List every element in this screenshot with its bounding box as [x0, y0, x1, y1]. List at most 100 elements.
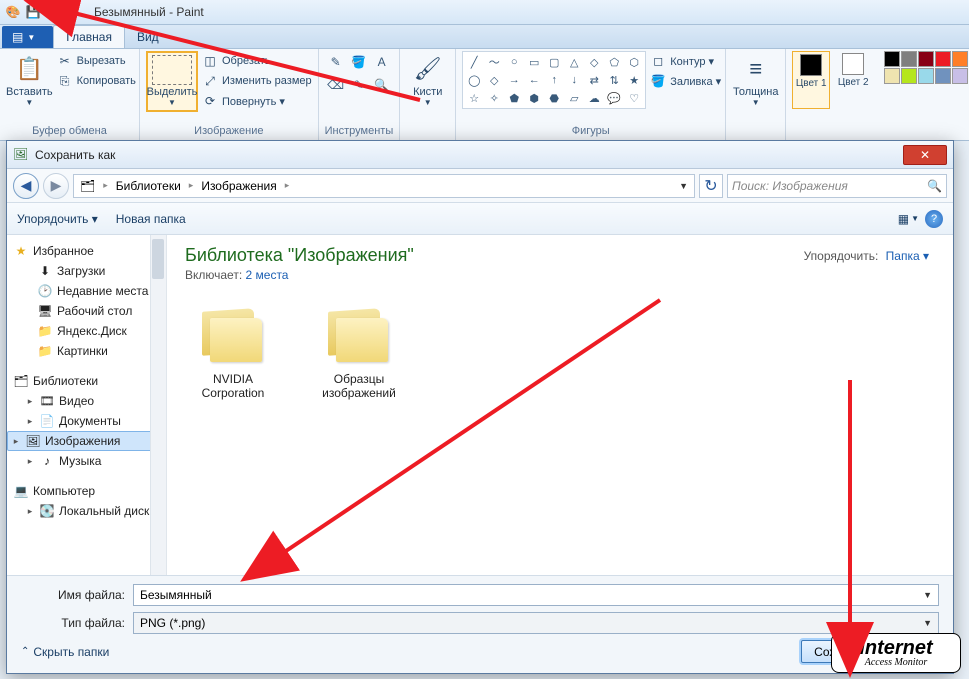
sort-label: Упорядочить:: [804, 249, 879, 263]
qat-undo-icon[interactable]: ↶: [44, 3, 62, 21]
cut-button[interactable]: ✂Вырезать: [57, 51, 136, 71]
zoom-icon[interactable]: 🔍: [371, 74, 393, 96]
computer-icon: 💻: [13, 483, 29, 499]
hide-folders-link[interactable]: ⌃Скрыть папки: [21, 645, 109, 659]
brushes-label: Кисти: [413, 86, 442, 98]
select-button[interactable]: Выделить ▼: [146, 51, 198, 112]
it: Недавние места: [57, 284, 148, 298]
it: Локальный диск: [59, 504, 149, 518]
folder-label: Образцы изображений: [311, 372, 407, 400]
sidebar: ▾★Избранное ⬇ Загрузки 🕑 Недавние места 🖥Р…: [7, 235, 167, 575]
paste-icon: 📋: [13, 53, 45, 85]
sidebar-scrollbar[interactable]: [150, 235, 166, 575]
sidebar-libraries[interactable]: ▾🗂Библиотеки: [7, 371, 166, 391]
file-menu-button[interactable]: ▤▼: [2, 26, 53, 48]
sidebar-item-pictures-fav[interactable]: 📁Картинки: [7, 341, 166, 361]
filename-input[interactable]: Безымянный ▼: [133, 584, 939, 606]
dialog-title: Сохранить как: [35, 148, 115, 162]
folder-content: Библиотека "Изображения" Включает: 2 мес…: [167, 235, 953, 575]
folder-item[interactable]: NVIDIA Corporation: [185, 304, 281, 400]
chevron-down-icon[interactable]: ▼: [923, 618, 932, 628]
rotate-button[interactable]: ⟳Повернуть ▾: [202, 91, 312, 111]
color1-button[interactable]: Цвет 1: [792, 51, 830, 109]
qat-redo-icon[interactable]: ↷: [64, 3, 82, 21]
sort-control[interactable]: Упорядочить: Папка ▾: [804, 249, 933, 263]
refresh-button[interactable]: ↻: [699, 174, 723, 198]
sidebar-item-recent[interactable]: 🕑 Недавние места: [7, 281, 166, 301]
sidebar-item-video[interactable]: ▸🎞Видео: [7, 391, 166, 411]
folder-icon: [196, 304, 270, 368]
desktop-icon: 🖥: [37, 303, 53, 319]
shape-outline-button[interactable]: ◻Контур ▾: [650, 51, 721, 71]
copy-icon: ⎘: [57, 73, 73, 89]
fill-label: Заливка ▾: [670, 75, 721, 88]
search-input[interactable]: Поиск: Изображения 🔍: [727, 174, 947, 198]
dialog-navbar: ◀ ▶ 🗂▸ Библиотеки▸ Изображения▸ ▼ ↻ Поис…: [7, 169, 953, 203]
crop-button[interactable]: ◫Обрезать: [202, 51, 312, 71]
qat-save-icon[interactable]: 💾: [24, 3, 42, 21]
tools-grid[interactable]: ✎🪣A ⌫✎🔍: [325, 51, 393, 96]
color2-button[interactable]: Цвет 2: [834, 51, 872, 109]
nav-back-button[interactable]: ◀: [13, 173, 39, 199]
text-icon[interactable]: A: [371, 51, 393, 73]
thickness-icon: ≡: [740, 53, 772, 85]
sidebar-computer[interactable]: ▾💻Компьютер: [7, 481, 166, 501]
chevron-down-icon[interactable]: ▼: [923, 590, 932, 600]
sidebar-item-desktop[interactable]: 🖥Рабочий стол: [7, 301, 166, 321]
shapes-gallery[interactable]: ╱〜○▭▢△◇⬠⬡ ◯◇→←↑↓⇄⇅★ ☆✧⬟⬢⬣▱☁💬♡: [462, 51, 646, 109]
sidebar-item-documents[interactable]: ▸📄Документы: [7, 411, 166, 431]
it: Загрузки: [57, 264, 105, 278]
fill-icon[interactable]: 🪣: [348, 51, 370, 73]
thickness-button[interactable]: ≡ Толщина ▼: [732, 51, 779, 108]
view-mode-button[interactable]: ▦▼: [898, 212, 919, 226]
dialog-titlebar: 🖼 Сохранить как ✕: [7, 141, 953, 169]
doc-icon: 📄: [39, 413, 55, 429]
copy-button[interactable]: ⎘Копировать: [57, 71, 136, 91]
folder-item[interactable]: Образцы изображений: [311, 304, 407, 400]
sidebar-item-music[interactable]: ▸♪Музыка: [7, 451, 166, 471]
pencil-icon[interactable]: ✎: [325, 51, 347, 73]
color2-label: Цвет 2: [838, 77, 869, 88]
folder-icon: 📁: [37, 343, 53, 359]
brushes-button[interactable]: 🖌 Кисти ▼: [406, 51, 449, 108]
nav-forward-button[interactable]: ▶: [43, 173, 69, 199]
resize-button[interactable]: ⤢Изменить размер: [202, 71, 312, 91]
library-subtitle: Включает: 2 места: [185, 268, 935, 282]
sidebar-item-downloads[interactable]: ⬇ Загрузки: [7, 261, 166, 281]
sidebar-item-localdisk[interactable]: ▸💽Локальный диск: [7, 501, 166, 521]
paste-button[interactable]: 📋 Вставить ▼: [6, 51, 53, 108]
dialog-icon: 🖼: [13, 147, 29, 163]
watermark-line1: Internet: [859, 638, 932, 658]
filetype-value: PNG (*.png): [140, 616, 205, 630]
breadcrumb-1[interactable]: Изображения: [197, 179, 280, 193]
save-as-dialog: 🖼 Сохранить как ✕ ◀ ▶ 🗂▸ Библиотеки▸ Изо…: [6, 140, 954, 674]
fill2-icon: 🪣: [650, 73, 666, 89]
library-locations-link[interactable]: 2 места: [246, 268, 289, 282]
shape-fill-button[interactable]: 🪣 Заливка ▾: [650, 71, 721, 91]
tab-view[interactable]: Вид: [125, 26, 171, 48]
eraser-icon[interactable]: ⌫: [325, 74, 347, 96]
breadcrumb[interactable]: 🗂▸ Библиотеки▸ Изображения▸ ▼: [73, 174, 695, 198]
download-icon: ⬇: [37, 263, 53, 279]
filetype-select[interactable]: PNG (*.png) ▼: [133, 612, 939, 634]
new-folder-button[interactable]: Новая папка: [116, 212, 186, 226]
breadcrumb-0[interactable]: Библиотеки: [112, 179, 185, 193]
tab-home[interactable]: Главная: [53, 25, 125, 48]
brush-icon: 🖌: [412, 53, 444, 85]
color-palette[interactable]: [884, 51, 969, 84]
organize-button[interactable]: Упорядочить ▾: [17, 212, 98, 226]
close-button[interactable]: ✕: [903, 145, 947, 165]
sidebar-item-images[interactable]: ▸🖼Изображения: [7, 431, 166, 451]
dialog-bottom: Имя файла: Безымянный ▼ Тип файла: PNG (…: [7, 575, 953, 673]
help-button[interactable]: ?: [925, 210, 943, 228]
thickness-label: Толщина: [733, 86, 779, 98]
sidebar-item-yandex[interactable]: 📁Яндекс.Диск: [7, 321, 166, 341]
rotate-icon: ⟳: [202, 93, 218, 109]
sort-value[interactable]: Папка ▾: [886, 249, 929, 263]
recent-icon: 🕑: [37, 283, 53, 299]
picker-icon[interactable]: ✎: [348, 74, 370, 96]
filename-label: Имя файла:: [21, 588, 133, 602]
sidebar-favorites[interactable]: ▾★Избранное: [7, 241, 166, 261]
select-label: Выделить: [147, 86, 198, 98]
comp-label: Компьютер: [33, 484, 95, 498]
